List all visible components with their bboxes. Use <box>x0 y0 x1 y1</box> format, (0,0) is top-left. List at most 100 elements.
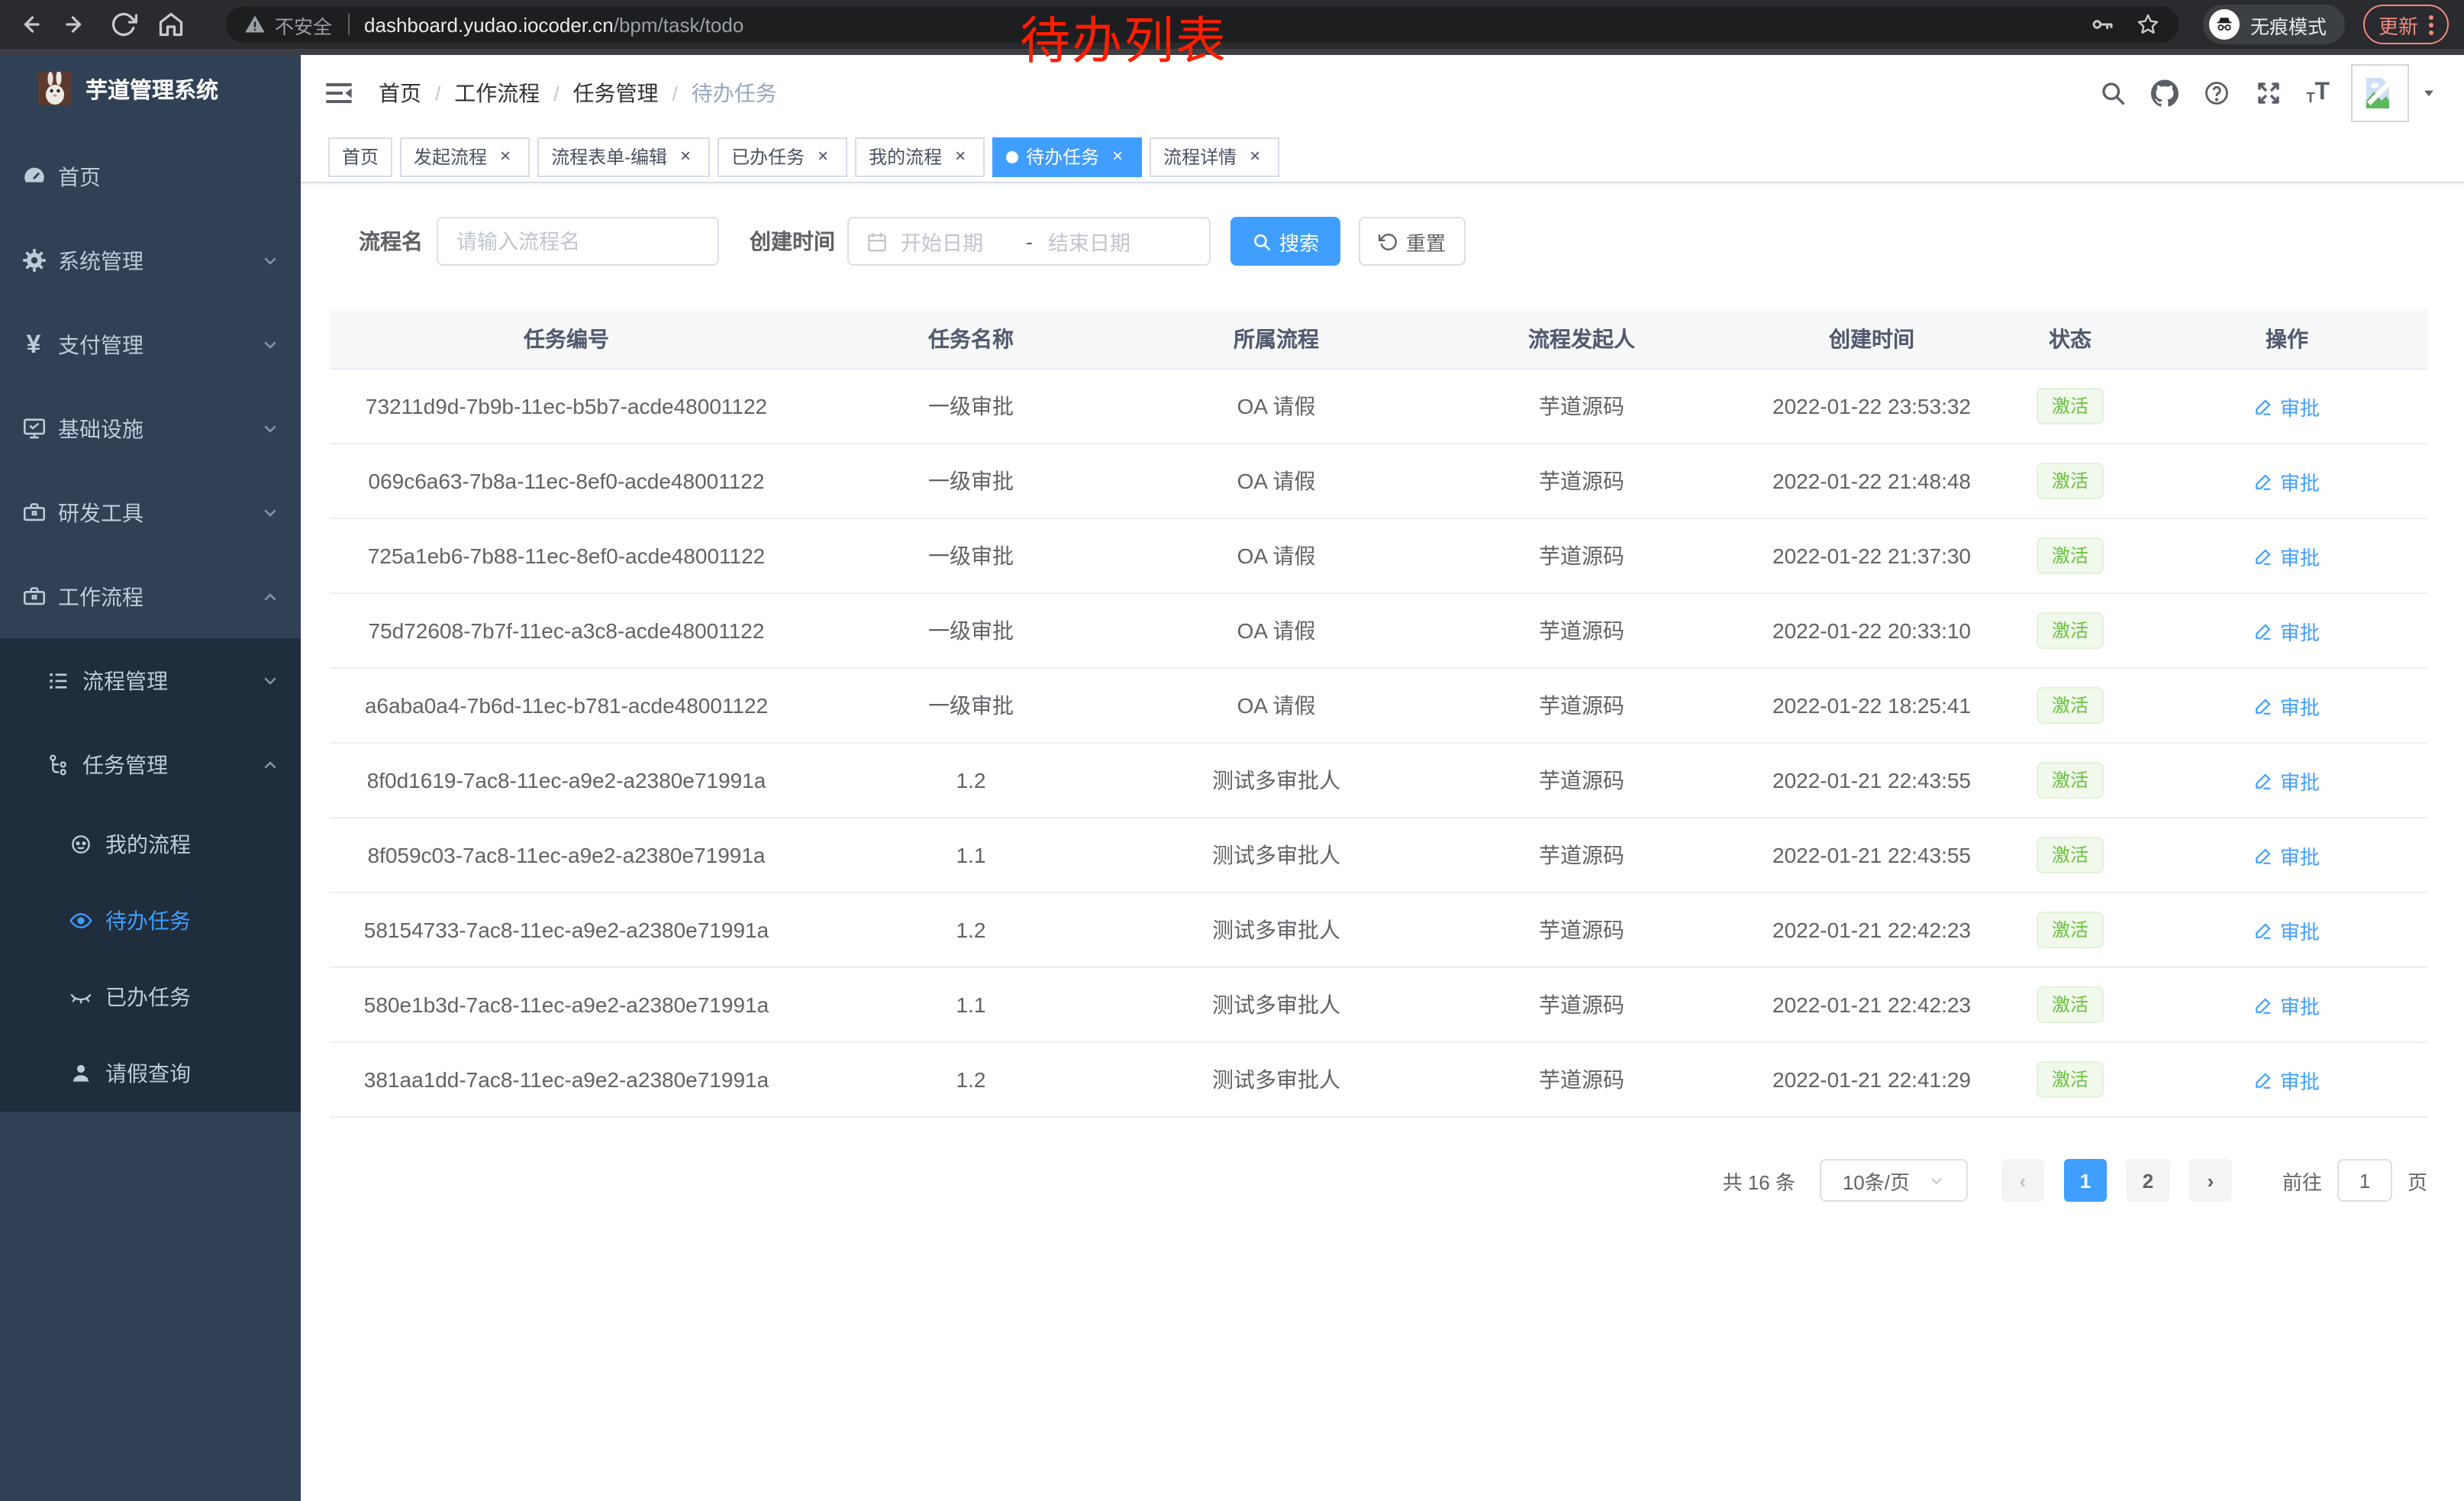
process-name-input[interactable] <box>437 217 719 266</box>
process-name: OA 请假 <box>1139 466 1414 496</box>
close-icon[interactable]: × <box>1107 146 1128 167</box>
sidebar-item-system[interactable]: 系统管理 <box>0 218 301 302</box>
back-icon[interactable] <box>15 11 43 38</box>
bookmark-star-icon[interactable] <box>2136 12 2160 37</box>
status-badge: 激活 <box>2037 388 2104 424</box>
approve-link[interactable]: 审批 <box>2254 392 2320 421</box>
created-time: 2022-01-22 18:25:41 <box>1750 693 1994 718</box>
col-header: 流程发起人 <box>1414 323 1750 353</box>
next-page-button[interactable]: › <box>2189 1159 2232 1202</box>
browser-update-button[interactable]: 更新 <box>2363 5 2449 44</box>
sidebar-item-payment[interactable]: ¥ 支付管理 <box>0 302 301 386</box>
main-area: 首页 / 工作流程 / 任务管理 / 待办任务 TT 首页 <box>301 55 2464 1501</box>
navbar-actions: TT <box>2074 64 2437 122</box>
end-date-placeholder: 结束日期 <box>1048 226 1130 257</box>
task-id: a6aba0a4-7b6d-11ec-b781-acde48001122 <box>330 693 803 718</box>
date-range-picker[interactable]: 开始日期 - 结束日期 <box>847 217 1211 266</box>
sidebar-item-devtools[interactable]: 研发工具 <box>0 470 301 554</box>
search-icon <box>1252 231 1272 251</box>
starter: 芋道源码 <box>1414 466 1750 496</box>
chevron-down-icon <box>261 503 279 521</box>
tag-start-process[interactable]: 发起流程× <box>400 137 530 176</box>
goto-page-input[interactable] <box>2337 1159 2392 1202</box>
reload-icon[interactable] <box>110 11 137 38</box>
page-button-2[interactable]: 2 <box>2127 1159 2169 1202</box>
table-row: a6aba0a4-7b6d-11ec-b781-acde48001122 一级审… <box>330 669 2427 744</box>
col-header: 任务编号 <box>330 323 803 353</box>
filter-form: 流程名 创建时间 开始日期 - 结束日期 搜索 重置 <box>330 217 2435 266</box>
sidebar-fold-icon[interactable] <box>324 78 354 108</box>
gear-icon <box>20 247 47 274</box>
edit-pen-icon <box>2254 770 2274 790</box>
browser-menu-icon[interactable] <box>2429 15 2433 34</box>
forward-icon[interactable] <box>63 11 90 38</box>
search-button[interactable]: 搜索 <box>1230 217 1340 266</box>
app-title: 芋道管理系统 <box>85 73 218 105</box>
process-name-label: 流程名 <box>359 226 423 257</box>
breadcrumb-item[interactable]: 任务管理 <box>573 78 659 108</box>
approve-link[interactable]: 审批 <box>2254 541 2320 570</box>
task-name: 1.1 <box>803 843 1139 867</box>
chevron-down-icon[interactable] <box>2421 86 2437 101</box>
search-icon[interactable] <box>2098 79 2126 107</box>
status-badge: 激活 <box>2037 612 2104 649</box>
edit-pen-icon <box>2254 1070 2274 1089</box>
font-size-icon[interactable]: TT <box>2306 81 2330 105</box>
approve-link[interactable]: 审批 <box>2254 1065 2320 1094</box>
app-logo <box>38 72 72 105</box>
close-icon[interactable]: × <box>675 146 696 167</box>
prev-page-button[interactable]: ‹ <box>2001 1159 2044 1202</box>
avatar[interactable] <box>2351 64 2409 122</box>
tag-todo-tasks[interactable]: 待办任务× <box>992 137 1142 176</box>
approve-link[interactable]: 审批 <box>2254 466 2320 495</box>
sidebar-item-workflow[interactable]: 工作流程 <box>0 554 301 638</box>
col-header: 状态 <box>1994 323 2146 353</box>
approve-link[interactable]: 审批 <box>2254 990 2320 1019</box>
approve-link[interactable]: 审批 <box>2254 616 2320 645</box>
tag-done-tasks[interactable]: 已办任务× <box>718 137 847 176</box>
sidebar-item-done-tasks[interactable]: 已办任务 <box>0 959 301 1035</box>
close-icon[interactable]: × <box>495 146 516 167</box>
tag-home[interactable]: 首页 <box>328 137 392 176</box>
approve-link[interactable]: 审批 <box>2254 766 2320 795</box>
page-size-select[interactable]: 10条/页 <box>1820 1159 1968 1202</box>
col-header: 所属流程 <box>1139 323 1414 353</box>
sidebar-item-my-process[interactable]: 我的流程 <box>0 806 301 883</box>
password-key-icon[interactable] <box>2090 12 2114 37</box>
approve-link[interactable]: 审批 <box>2254 691 2320 720</box>
created-time: 2022-01-21 22:42:23 <box>1750 993 1994 1017</box>
sidebar-item-todo-tasks[interactable]: 待办任务 <box>0 883 301 959</box>
approve-link[interactable]: 审批 <box>2254 915 2320 944</box>
approve-link[interactable]: 审批 <box>2254 841 2320 870</box>
status-badge: 激活 <box>2037 463 2104 499</box>
sidebar-item-task-mgmt[interactable]: 任务管理 <box>0 722 301 806</box>
close-icon[interactable]: × <box>950 146 971 167</box>
tag-form-edit[interactable]: 流程表单-编辑× <box>537 137 710 176</box>
tag-my-process[interactable]: 我的流程× <box>855 137 985 176</box>
task-id: 8f059c03-7ac8-11ec-a9e2-a2380e71991a <box>330 843 803 867</box>
tag-process-detail[interactable]: 流程详情× <box>1150 137 1279 176</box>
close-icon[interactable]: × <box>812 146 834 167</box>
calendar-icon <box>866 230 889 253</box>
github-icon[interactable] <box>2150 79 2178 107</box>
url-host: dashboard.yudao.iocoder.cn <box>364 13 614 36</box>
close-icon[interactable]: × <box>1244 146 1266 167</box>
sidebar-item-home[interactable]: 首页 <box>0 134 301 218</box>
process-name: OA 请假 <box>1139 615 1414 646</box>
sidebar-item-process-mgmt[interactable]: 流程管理 <box>0 638 301 722</box>
home-icon[interactable] <box>157 11 185 38</box>
sidebar-item-infra[interactable]: 基础设施 <box>0 386 301 470</box>
sidebar-item-leave-query[interactable]: 请假查询 <box>0 1035 301 1112</box>
app-logo-row[interactable]: 芋道管理系统 <box>0 55 301 122</box>
process-name: OA 请假 <box>1139 541 1414 571</box>
dashboard-icon <box>20 163 47 190</box>
task-table: 任务编号 任务名称 所属流程 流程发起人 创建时间 状态 操作 73211d9d… <box>330 308 2427 1118</box>
help-icon[interactable] <box>2202 79 2230 107</box>
breadcrumb-item[interactable]: 工作流程 <box>454 78 540 108</box>
breadcrumb-separator: / <box>553 82 559 105</box>
reset-button[interactable]: 重置 <box>1359 217 1466 266</box>
range-separator: - <box>1026 230 1033 253</box>
breadcrumb-item[interactable]: 首页 <box>379 78 421 108</box>
page-button-1[interactable]: 1 <box>2064 1159 2107 1202</box>
fullscreen-icon[interactable] <box>2254 79 2282 107</box>
